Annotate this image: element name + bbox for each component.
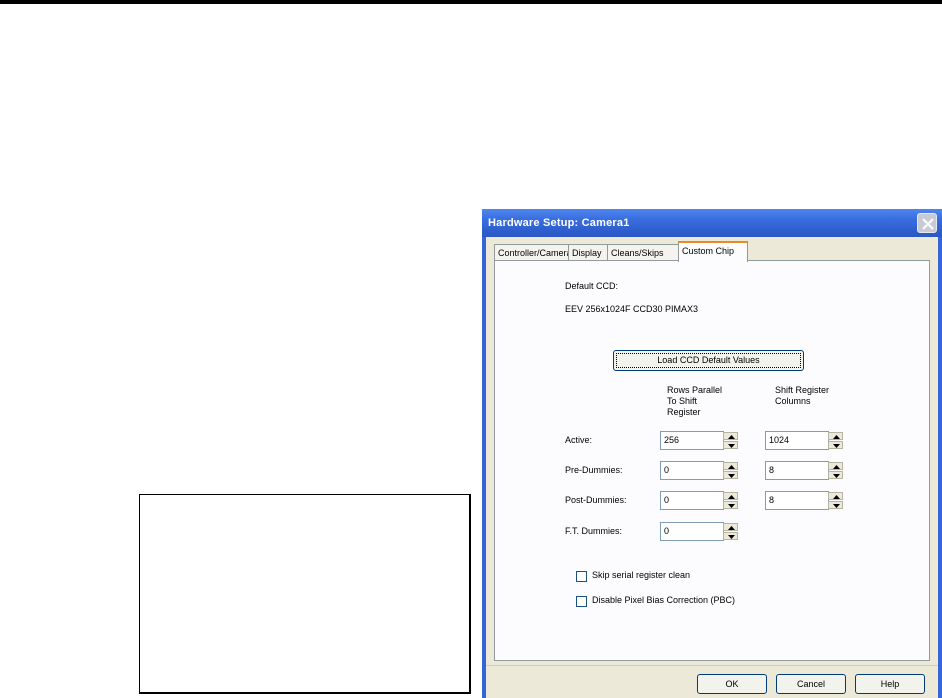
tab-display[interactable]: Display (568, 244, 608, 260)
active-rows-down[interactable] (723, 441, 738, 449)
disable-pbc-checkbox[interactable] (576, 596, 587, 607)
skip-serial-checkbox[interactable] (576, 571, 587, 582)
arrow-up-icon (728, 465, 735, 469)
ft-dummies-rows-input[interactable]: 0 (660, 522, 724, 541)
arrow-up-icon (728, 495, 735, 499)
active-rows-up[interactable] (723, 432, 738, 440)
hardware-setup-dialog: Hardware Setup: Camera1 Controller/Camer… (482, 209, 942, 698)
custom-chip-page: Default CCD: EEV 256x1024F CCD30 PIMAX3 … (494, 260, 930, 661)
arrow-up-icon (833, 465, 840, 469)
ft-dummies-label: F.T. Dummies: (565, 526, 623, 536)
pre-dummies-rows-down[interactable] (723, 471, 738, 479)
top-rule (0, 0, 942, 4)
pre-dummies-rows-input[interactable]: 0 (660, 461, 724, 480)
empty-callout-box (139, 494, 471, 694)
load-ccd-defaults-button[interactable]: Load CCD Default Values (613, 350, 804, 371)
arrow-down-icon (728, 535, 735, 539)
ok-button[interactable]: OK (697, 674, 767, 694)
arrow-down-icon (728, 504, 735, 508)
skip-serial-label[interactable]: Skip serial register clean (592, 570, 690, 580)
pre-dummies-cols-up[interactable] (828, 462, 843, 470)
ft-dummies-rows-down[interactable] (723, 532, 738, 540)
active-cols-input[interactable]: 1024 (765, 431, 829, 450)
post-dummies-rows-input[interactable]: 0 (660, 491, 724, 510)
arrow-down-icon (833, 474, 840, 478)
post-dummies-rows-down[interactable] (723, 501, 738, 509)
default-ccd-label: Default CCD: (565, 281, 619, 291)
tab-cleans-skips[interactable]: Cleans/Skips (607, 244, 679, 260)
ft-dummies-rows-spinner: 0 (660, 522, 740, 541)
active-cols-up[interactable] (828, 432, 843, 440)
close-button[interactable] (917, 213, 937, 233)
post-dummies-label: Post-Dummies: (565, 495, 627, 505)
arrow-up-icon (833, 495, 840, 499)
footer-separator (486, 665, 938, 666)
arrow-down-icon (833, 504, 840, 508)
ft-dummies-rows-up[interactable] (723, 523, 738, 531)
dialog-title: Hardware Setup: Camera1 (488, 217, 630, 229)
tab-controller-camera[interactable]: Controller/Camera (494, 244, 572, 260)
help-button[interactable]: Help (855, 674, 925, 694)
pre-dummies-cols-input[interactable]: 8 (765, 461, 829, 480)
default-ccd-value: EEV 256x1024F CCD30 PIMAX3 (565, 304, 699, 314)
tab-custom-chip[interactable]: Custom Chip (678, 241, 748, 262)
pre-dummies-cols-spinner: 8 (765, 461, 845, 480)
post-dummies-rows-up[interactable] (723, 492, 738, 500)
shift-register-columns-header: Shift Register Columns (775, 385, 830, 406)
post-dummies-cols-input[interactable]: 8 (765, 491, 829, 510)
post-dummies-cols-spinner: 8 (765, 491, 845, 510)
rows-parallel-header: Rows Parallel To Shift Register (667, 385, 723, 417)
pre-dummies-cols-down[interactable] (828, 471, 843, 479)
post-dummies-cols-up[interactable] (828, 492, 843, 500)
pre-dummies-label: Pre-Dummies: (565, 465, 623, 475)
cancel-button[interactable]: Cancel (776, 674, 846, 694)
active-cols-spinner: 1024 (765, 431, 845, 450)
pre-dummies-rows-up[interactable] (723, 462, 738, 470)
arrow-up-icon (728, 435, 735, 439)
arrow-down-icon (728, 444, 735, 448)
post-dummies-cols-down[interactable] (828, 501, 843, 509)
arrow-down-icon (833, 444, 840, 448)
arrow-up-icon (728, 526, 735, 530)
active-rows-input[interactable]: 256 (660, 431, 724, 450)
active-rows-spinner: 256 (660, 431, 740, 450)
close-icon (922, 218, 934, 230)
active-label: Active: (565, 435, 593, 445)
active-cols-down[interactable] (828, 441, 843, 449)
arrow-up-icon (833, 435, 840, 439)
title-bar[interactable]: Hardware Setup: Camera1 (482, 209, 942, 237)
arrow-down-icon (728, 474, 735, 478)
disable-pbc-label[interactable]: Disable Pixel Bias Correction (PBC) (592, 595, 735, 605)
post-dummies-rows-spinner: 0 (660, 491, 740, 510)
dialog-client: Controller/Camera Display Cleans/Skips C… (486, 237, 938, 698)
pre-dummies-rows-spinner: 0 (660, 461, 740, 480)
